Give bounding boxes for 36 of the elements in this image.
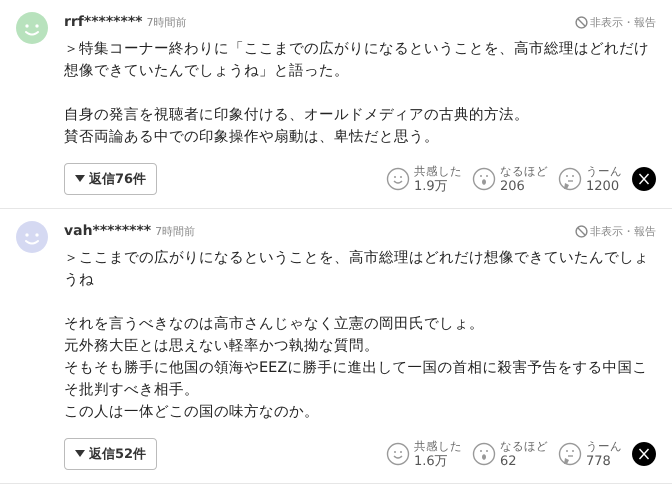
reaction-count: 206 xyxy=(500,179,526,194)
username: rrf******** xyxy=(64,14,142,30)
triangle-icon xyxy=(75,450,85,458)
reaction-count: 1200 xyxy=(586,179,620,194)
reaction-label: なるほど xyxy=(500,164,548,179)
replies-button[interactable]: 返信76件 xyxy=(64,163,158,195)
thinking-face-icon[interactable] xyxy=(558,442,582,466)
comment-text: ＞特集コーナー終わりに「ここまでの広がりになるということを、高市総理はどれだけ 想像できていたんでしょうね」と語った。 xyxy=(64,40,650,81)
timestamp: 7時間前 xyxy=(146,14,186,30)
comment-text: ＞ここまでの広がりになるということを、高市総理はどれだけ想像できていたんでしょ うね xyxy=(64,248,650,290)
reaction-label: うーん xyxy=(586,439,622,454)
thinking-face-icon[interactable] xyxy=(558,167,582,191)
reaction-count: 1.6万 xyxy=(414,454,449,469)
reaction-count: 62 xyxy=(500,454,518,469)
reaction-count: 1.9万 xyxy=(414,179,449,194)
surprised-face-icon[interactable] xyxy=(472,167,496,191)
reaction-label: 共感した xyxy=(414,164,462,179)
reaction-count: 778 xyxy=(586,454,612,469)
prohibit-icon xyxy=(575,224,588,238)
smile-face-icon[interactable] xyxy=(386,167,410,191)
x-share-icon[interactable] xyxy=(632,167,656,191)
x-share-icon[interactable] xyxy=(632,442,656,466)
replies-button[interactable]: 返信52件 xyxy=(64,438,158,470)
reaction-label: なるほど xyxy=(500,439,548,454)
reaction-label: うーん xyxy=(586,164,622,179)
timestamp: 7時間前 xyxy=(155,224,196,238)
comment-text: それを言うべきなのは高市さんじゃなく立憲の岡田氏でしょ。 元外務大臣とは思えない軽率かつ執拗な質問。 そもそも勝手に他国の領海やEEZに勝手に進出して一国の首相に殺害予告をする中国こ そ批判すべき相手。 この人は一体どこの国の味方なのか。 xyxy=(64,314,648,422)
comment-text: 自身の発言を視聴者に印象付ける、オールドメディアの古典的方法。 賛否両論ある中での印象操作や扇動は、卑怯だと思う。 xyxy=(64,106,530,147)
hide-report-link[interactable]: 非表示・報告 xyxy=(590,14,656,30)
hide-report-link[interactable]: 非表示・報告 xyxy=(590,224,656,238)
smile-face-icon[interactable] xyxy=(386,442,410,466)
surprised-face-icon[interactable] xyxy=(472,442,496,466)
prohibit-icon xyxy=(575,16,588,28)
username: vah******** xyxy=(64,223,152,239)
reaction-label: 共感した xyxy=(414,439,462,454)
triangle-icon xyxy=(75,175,85,183)
